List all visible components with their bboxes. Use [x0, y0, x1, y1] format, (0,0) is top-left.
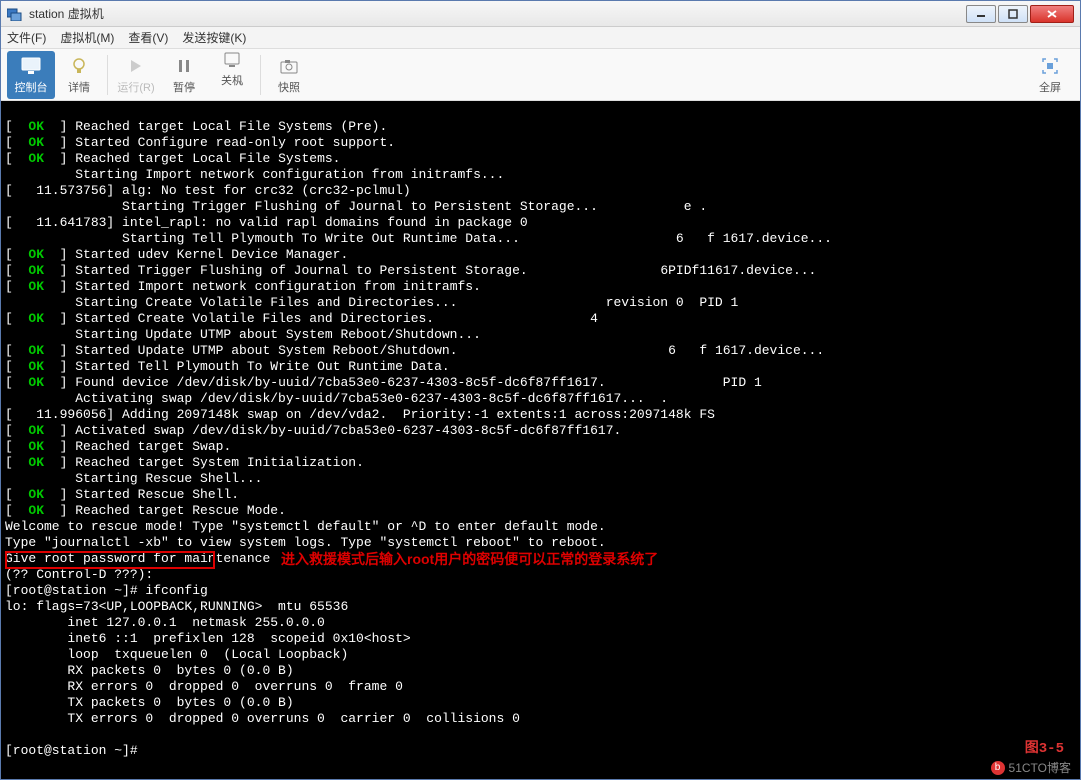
power-icon: [221, 50, 243, 70]
close-button[interactable]: [1030, 5, 1074, 23]
term-line: RX errors 0 dropped 0 overruns 0 frame 0: [5, 679, 403, 694]
term-line: Starting Rescue Shell...: [5, 471, 262, 486]
term-line: TX packets 0 bytes 0 (0.0 B): [5, 695, 294, 710]
term-line: [ OK ] Found device /dev/disk/by-uuid/7c…: [5, 375, 762, 390]
term-line: RX packets 0 bytes 0 (0.0 B): [5, 663, 294, 678]
console-label: 控制台: [15, 79, 48, 95]
term-line: Type "journalctl -xb" to view system log…: [5, 535, 606, 550]
menu-file[interactable]: 文件(F): [7, 29, 46, 46]
term-line: lo: flags=73<UP,LOOPBACK,RUNNING> mtu 65…: [5, 599, 348, 614]
watermark-icon: b: [991, 761, 1005, 775]
chevron-down-icon: ▾: [238, 78, 242, 87]
menu-view[interactable]: 查看(V): [128, 29, 168, 46]
term-line: [ OK ] Started Trigger Flushing of Journ…: [5, 263, 816, 278]
toolbar-separator: [260, 55, 261, 95]
camera-icon: [278, 55, 300, 77]
console-button[interactable]: 控制台: [7, 51, 55, 99]
vm-window: station 虚拟机 文件(F) 虚拟机(M) 查看(V) 发送按键(K) 控…: [0, 0, 1081, 780]
shutdown-button[interactable]: 关机 ▾: [208, 51, 256, 99]
snapshot-label: 快照: [278, 79, 300, 95]
term-line: inet6 ::1 prefixlen 128 scopeid 0x10<hos…: [5, 631, 411, 646]
window-controls: [966, 5, 1074, 23]
menu-send[interactable]: 发送按键(K): [182, 29, 246, 46]
term-line: [ OK ] Started Create Volatile Files and…: [5, 311, 598, 326]
term-line: [root@station ~]# ifconfig: [5, 583, 208, 598]
annotation-box: [5, 551, 215, 569]
term-line: loop txqueuelen 0 (Local Loopback): [5, 647, 348, 662]
term-line: [ OK ] Reached target Rescue Mode.: [5, 503, 286, 518]
term-line: [ OK ] Started Update UTMP about System …: [5, 343, 824, 358]
term-line: [ OK ] Started udev Kernel Device Manage…: [5, 247, 348, 262]
watermark-text: 51CTO博客: [1009, 759, 1071, 776]
details-button[interactable]: 详情: [55, 51, 103, 99]
term-line: [ OK ] Activated swap /dev/disk/by-uuid/…: [5, 423, 621, 438]
menubar: 文件(F) 虚拟机(M) 查看(V) 发送按键(K): [1, 27, 1080, 49]
details-label: 详情: [68, 79, 90, 95]
term-line: Welcome to rescue mode! Type "systemctl …: [5, 519, 606, 534]
pause-label: 暂停: [173, 79, 195, 95]
snapshot-button[interactable]: 快照: [265, 51, 313, 99]
term-line: Starting Tell Plymouth To Write Out Runt…: [5, 231, 832, 246]
term-line: TX errors 0 dropped 0 overruns 0 carrier…: [5, 711, 520, 726]
term-line: [ 11.641783] intel_rapl: no valid rapl d…: [5, 215, 528, 230]
term-line: [ OK ] Started Rescue Shell.: [5, 487, 239, 502]
window-title: station 虚拟机: [29, 5, 966, 22]
term-line: [ OK ] Started Configure read-only root …: [5, 135, 395, 150]
term-line: [ 11.573756] alg: No test for crc32 (crc…: [5, 183, 411, 198]
term-line: [ OK ] Started Tell Plymouth To Write Ou…: [5, 359, 450, 374]
monitor-icon: [20, 55, 42, 77]
term-line: [ 11.996056] Adding 2097148k swap on /de…: [5, 407, 715, 422]
maximize-button[interactable]: [998, 5, 1028, 23]
fullscreen-label: 全屏: [1039, 79, 1061, 95]
toolbar: 控制台 详情 运行(R) 暂停 关机 ▾ 快照 全屏: [1, 49, 1080, 101]
term-line: [ OK ] Reached target System Initializat…: [5, 455, 364, 470]
term-line: inet 127.0.0.1 netmask 255.0.0.0: [5, 615, 325, 630]
bulb-icon: [68, 55, 90, 77]
minimize-button[interactable]: [966, 5, 996, 23]
term-line: Activating swap /dev/disk/by-uuid/7cba53…: [5, 391, 668, 406]
figure-tag: 图3-5: [1025, 741, 1064, 757]
term-line: Starting Trigger Flushing of Journal to …: [5, 199, 707, 214]
term-line: [ OK ] Reached target Swap.: [5, 439, 231, 454]
run-label: 运行(R): [117, 79, 154, 95]
titlebar[interactable]: station 虚拟机: [1, 1, 1080, 27]
watermark: b 51CTO博客: [991, 759, 1071, 776]
term-line: Starting Create Volatile Files and Direc…: [5, 295, 738, 310]
annotation-note: 进入救援模式后输入root用户的密码便可以正常的登录系统了: [281, 551, 658, 567]
menu-vm[interactable]: 虚拟机(M): [60, 29, 114, 46]
pause-button[interactable]: 暂停: [160, 51, 208, 99]
run-button: 运行(R): [112, 51, 160, 99]
term-line: (?? Control-D ???):: [5, 567, 153, 582]
term-line: [ OK ] Started Import network configurat…: [5, 279, 481, 294]
pause-icon: [173, 55, 195, 77]
app-icon: [7, 7, 23, 21]
term-line: [ OK ] Reached target Local File Systems…: [5, 151, 340, 166]
term-line: Starting Update UTMP about System Reboot…: [5, 327, 481, 342]
term-line: [root@station ~]#: [5, 743, 138, 758]
fullscreen-icon: [1039, 55, 1061, 77]
term-line: Starting Import network configuration fr…: [5, 167, 504, 182]
term-line: [ OK ] Reached target Local File Systems…: [5, 119, 387, 134]
terminal-output[interactable]: [ OK ] Reached target Local File Systems…: [1, 101, 1080, 779]
fullscreen-button[interactable]: 全屏: [1026, 51, 1074, 99]
play-icon: [125, 55, 147, 77]
toolbar-separator: [107, 55, 108, 95]
